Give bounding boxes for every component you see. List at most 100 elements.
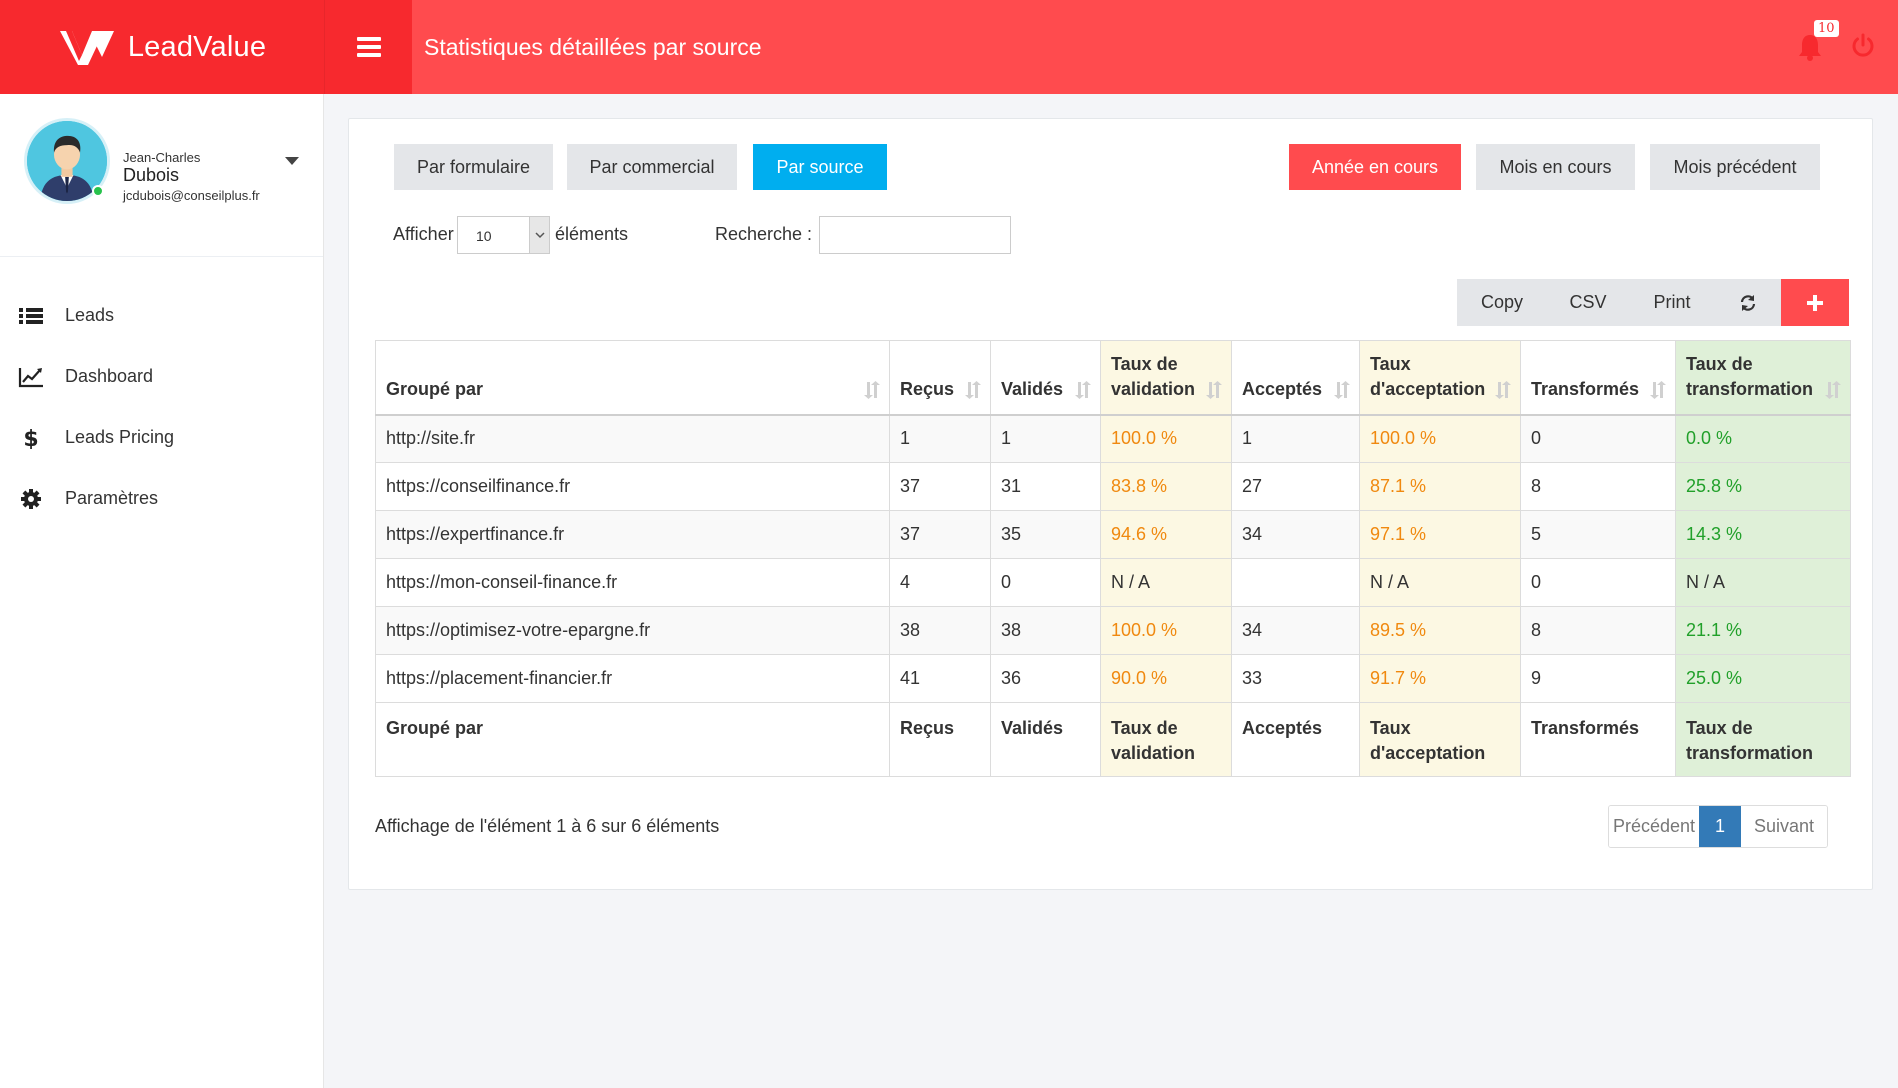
- dollar-icon: $: [23, 427, 38, 449]
- cell-source: https://mon-conseil-finance.fr: [375, 558, 890, 607]
- cell-transformation-rate: 14.3 %: [1675, 510, 1851, 559]
- leadvalue-logo-icon: [59, 31, 114, 65]
- user-email: jcdubois@conseilplus.fr: [123, 188, 260, 203]
- svg-text:$: $: [23, 427, 38, 449]
- column-header-group[interactable]: Groupé par: [375, 340, 890, 416]
- print-button[interactable]: Print: [1629, 279, 1715, 326]
- cell-validated: 38: [990, 606, 1101, 655]
- period-current-year-button[interactable]: Année en cours: [1289, 144, 1461, 190]
- cell-validated: 1: [990, 414, 1101, 463]
- cell-accepted: [1231, 558, 1360, 607]
- period-previous-month-button[interactable]: Mois précédent: [1650, 144, 1820, 190]
- cell-received: 1: [889, 414, 991, 463]
- cell-validated: 31: [990, 462, 1101, 511]
- table-row: https://conseilfinance.fr 37 31 83.8 % 27 87.…: [375, 462, 1851, 511]
- sidebar: Jean-Charles Dubois jcdubois@conseilplus…: [0, 94, 324, 1088]
- cell-transformation-rate: 25.8 %: [1675, 462, 1851, 511]
- column-header-received[interactable]: Reçus: [889, 340, 991, 416]
- export-toolbar: Copy CSV Print: [1457, 279, 1849, 326]
- footer-validated: Validés: [990, 702, 1101, 777]
- refresh-icon: [1740, 294, 1756, 311]
- copy-button[interactable]: Copy: [1457, 279, 1547, 326]
- footer-group: Groupé par: [375, 702, 890, 777]
- table-footer-row: Groupé par Reçus Validés Taux de validat…: [375, 702, 1851, 777]
- list-icon: [19, 307, 43, 324]
- cell-source: https://conseilfinance.fr: [375, 462, 890, 511]
- footer-acceptance-rate: Taux d'acceptation: [1359, 702, 1521, 777]
- refresh-button[interactable]: [1715, 279, 1781, 326]
- cell-transformed: 0: [1520, 414, 1676, 463]
- cell-validated: 0: [990, 558, 1101, 607]
- cell-validation-rate: 100.0 %: [1100, 606, 1232, 655]
- brand-name: LeadValue: [127, 30, 267, 63]
- top-header: LeadValue Statistiques détaillées par so…: [0, 0, 1898, 94]
- group-by-source-button[interactable]: Par source: [753, 144, 887, 190]
- cell-accepted: 34: [1231, 606, 1360, 655]
- cell-accepted: 33: [1231, 654, 1360, 703]
- gear-icon: [21, 488, 41, 509]
- column-header-transformation-rate[interactable]: Taux de transformation: [1675, 340, 1851, 416]
- profile-dropdown-caret-icon[interactable]: [285, 157, 299, 165]
- notification-badge: 10: [1814, 20, 1839, 37]
- table-row: https://mon-conseil-finance.fr 4 0 N / AN /…: [375, 558, 1851, 607]
- cell-transformed: 8: [1520, 606, 1676, 655]
- sidebar-item-label: Dashboard: [65, 366, 154, 386]
- cell-source: https://expertfinance.fr: [375, 510, 890, 559]
- footer-validation-rate: Taux de validation: [1100, 702, 1232, 777]
- sidebar-item-parametres[interactable]: Paramètres: [0, 468, 323, 529]
- sort-icon: [965, 380, 981, 399]
- page-size-select[interactable]: 10: [457, 216, 550, 254]
- cell-acceptance-rate: 97.1 %: [1359, 510, 1521, 559]
- cell-validation-rate: N / A: [1100, 558, 1232, 607]
- cell-received: 38: [889, 606, 991, 655]
- brand[interactable]: LeadValue: [0, 0, 324, 94]
- cell-transformed: 8: [1520, 462, 1676, 511]
- search-label: Recherche :: [715, 224, 813, 244]
- column-header-validated[interactable]: Validés: [990, 340, 1101, 416]
- cell-acceptance-rate: 87.1 %: [1359, 462, 1521, 511]
- sidebar-item-dashboard[interactable]: Dashboard: [0, 346, 323, 407]
- column-header-accepted[interactable]: Acceptés: [1231, 340, 1360, 416]
- cell-accepted: 1: [1231, 414, 1360, 463]
- cell-accepted: 34: [1231, 510, 1360, 559]
- group-by-form-button[interactable]: Par formulaire: [394, 144, 553, 190]
- add-button[interactable]: [1781, 279, 1849, 326]
- cell-received: 41: [889, 654, 991, 703]
- column-header-acceptance-rate[interactable]: Taux d'acceptation: [1359, 340, 1521, 416]
- table-header-row: Groupé par Reçus Validés Taux de validat…: [375, 340, 1851, 416]
- footer-transformed: Transformés: [1520, 702, 1676, 777]
- sidebar-item-leads-pricing[interactable]: $ Leads Pricing: [0, 407, 323, 468]
- page-1-button[interactable]: 1: [1699, 806, 1741, 847]
- stats-panel: Par formulaire Par commercial Par source…: [348, 118, 1873, 890]
- user-profile: Jean-Charles Dubois jcdubois@conseilplus…: [0, 94, 323, 257]
- period-current-month-button[interactable]: Mois en cours: [1476, 144, 1635, 190]
- sort-icon: [864, 380, 880, 399]
- table-row: http://site.fr 1 1 100.0 % 1 100.0 % 0 0.0 %: [375, 414, 1851, 463]
- group-by-sales-button[interactable]: Par commercial: [567, 144, 737, 190]
- cell-acceptance-rate: 91.7 %: [1359, 654, 1521, 703]
- cell-validated: 35: [990, 510, 1101, 559]
- bell-icon[interactable]: [1797, 33, 1823, 61]
- column-header-validation-rate[interactable]: Taux de validation: [1100, 340, 1232, 416]
- table-row: https://optimisez-votre-epargne.fr 38 38 10…: [375, 606, 1851, 655]
- cell-accepted: 27: [1231, 462, 1360, 511]
- page-size-label: Afficher: [393, 224, 454, 244]
- column-header-transformed[interactable]: Transformés: [1520, 340, 1676, 416]
- search-input[interactable]: [819, 216, 1011, 254]
- menu-toggle-button[interactable]: [324, 0, 412, 94]
- csv-button[interactable]: CSV: [1547, 279, 1629, 326]
- cell-transformed: 5: [1520, 510, 1676, 559]
- topbar: Statistiques détaillées par source: [412, 0, 1898, 94]
- sort-icon: [1206, 380, 1222, 399]
- cell-acceptance-rate: 89.5 %: [1359, 606, 1521, 655]
- cell-source: https://placement-financier.fr: [375, 654, 890, 703]
- sidebar-item-label: Leads: [65, 305, 115, 325]
- sort-icon: [1650, 380, 1666, 399]
- cell-received: 37: [889, 510, 991, 559]
- sidebar-item-leads[interactable]: Leads: [0, 285, 323, 346]
- table-info: Affichage de l'élément 1 à 6 sur 6 éléme…: [375, 816, 720, 836]
- previous-page-button[interactable]: Précédent: [1609, 806, 1699, 847]
- line-chart-icon: [18, 367, 43, 387]
- next-page-button[interactable]: Suivant: [1741, 806, 1827, 847]
- power-icon[interactable]: [1850, 33, 1876, 59]
